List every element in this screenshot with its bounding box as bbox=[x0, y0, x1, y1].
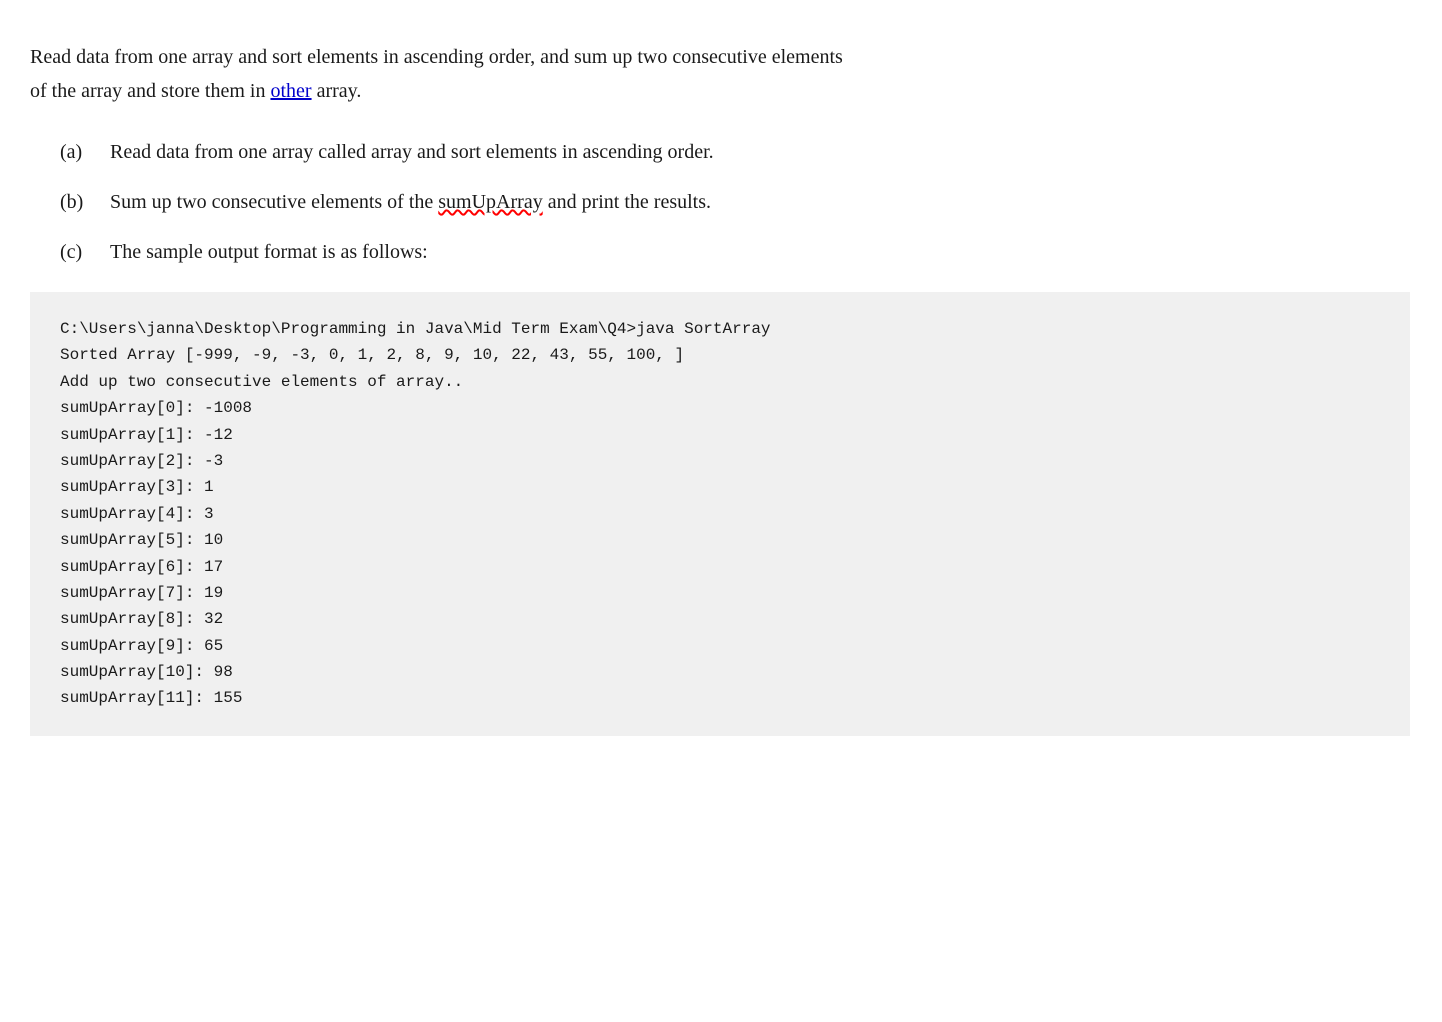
intro-text-2: of the array and store them in bbox=[30, 80, 270, 102]
list-text-b-after: and print the results. bbox=[543, 191, 711, 213]
list-label-c: (c) bbox=[60, 236, 110, 268]
intro-text-3: array. bbox=[312, 80, 362, 102]
list-text-b: Sum up two consecutive elements of the s… bbox=[110, 186, 1410, 218]
list-item-b: (b) Sum up two consecutive elements of t… bbox=[60, 186, 1410, 218]
other-underline: other bbox=[270, 80, 311, 102]
sumuparray-underline: sumUpArray bbox=[438, 191, 542, 213]
list-item-a: (a) Read data from one array called arra… bbox=[60, 136, 1410, 168]
intro-paragraph: Read data from one array and sort elemen… bbox=[30, 40, 1410, 108]
intro-text-1: Read data from one array and sort elemen… bbox=[30, 46, 843, 68]
list-item-c: (c) The sample output format is as follo… bbox=[60, 236, 1410, 268]
list-text-a: Read data from one array called array an… bbox=[110, 136, 1410, 168]
list-label-a: (a) bbox=[60, 136, 110, 168]
list-items: (a) Read data from one array called arra… bbox=[60, 136, 1410, 268]
list-label-b: (b) bbox=[60, 186, 110, 218]
list-text-c: The sample output format is as follows: bbox=[110, 236, 1410, 268]
list-text-b-before: Sum up two consecutive elements of the bbox=[110, 191, 438, 213]
code-block: C:\Users\janna\Desktop\Programming in Ja… bbox=[30, 292, 1410, 736]
main-content: Read data from one array and sort elemen… bbox=[30, 40, 1410, 736]
